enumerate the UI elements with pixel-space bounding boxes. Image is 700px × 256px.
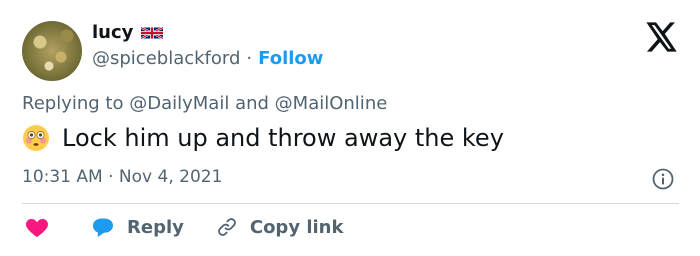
heart-icon[interactable] bbox=[25, 216, 49, 238]
tweet-body: Lock him up and throw away the key bbox=[22, 124, 504, 152]
follow-button[interactable]: Follow bbox=[258, 48, 323, 69]
mention-dailymail[interactable]: @DailyMail bbox=[129, 93, 229, 114]
timestamp-separator: · bbox=[108, 167, 114, 187]
copy-link-label: Copy link bbox=[249, 216, 344, 238]
reply-context: Replying to @DailyMail and @MailOnline bbox=[22, 93, 387, 114]
author-name-row: lucy bbox=[92, 22, 164, 43]
tweet-timestamp[interactable]: 10:31 AM · Nov 4, 2021 bbox=[22, 167, 222, 187]
reply-button[interactable]: Reply bbox=[91, 216, 184, 238]
reply-label: Reply bbox=[127, 216, 184, 238]
info-icon[interactable] bbox=[652, 168, 674, 190]
reply-bubble-icon bbox=[93, 218, 113, 237]
reply-conjunction: and bbox=[235, 93, 269, 114]
avatar[interactable] bbox=[22, 21, 82, 81]
tweet-date: Nov 4, 2021 bbox=[118, 167, 223, 187]
flushed-face-icon bbox=[23, 125, 49, 151]
divider bbox=[22, 203, 679, 204]
copy-link-button[interactable]: Copy link bbox=[216, 216, 344, 238]
author-name[interactable]: lucy bbox=[92, 22, 133, 43]
mention-mailonline[interactable]: @MailOnline bbox=[275, 93, 388, 114]
reply-prefix: Replying to bbox=[22, 93, 124, 114]
separator-dot: · bbox=[246, 48, 253, 69]
author-handle-row: @spiceblackford · Follow bbox=[92, 48, 323, 69]
author-handle[interactable]: @spiceblackford bbox=[92, 48, 240, 69]
uk-flag-icon bbox=[141, 26, 164, 39]
x-logo-icon[interactable] bbox=[646, 22, 678, 52]
tweet-text: Lock him up and throw away the key bbox=[62, 124, 504, 152]
action-bar: Reply Copy link bbox=[25, 216, 343, 238]
link-icon bbox=[218, 218, 236, 236]
tweet-time: 10:31 AM bbox=[22, 167, 103, 187]
